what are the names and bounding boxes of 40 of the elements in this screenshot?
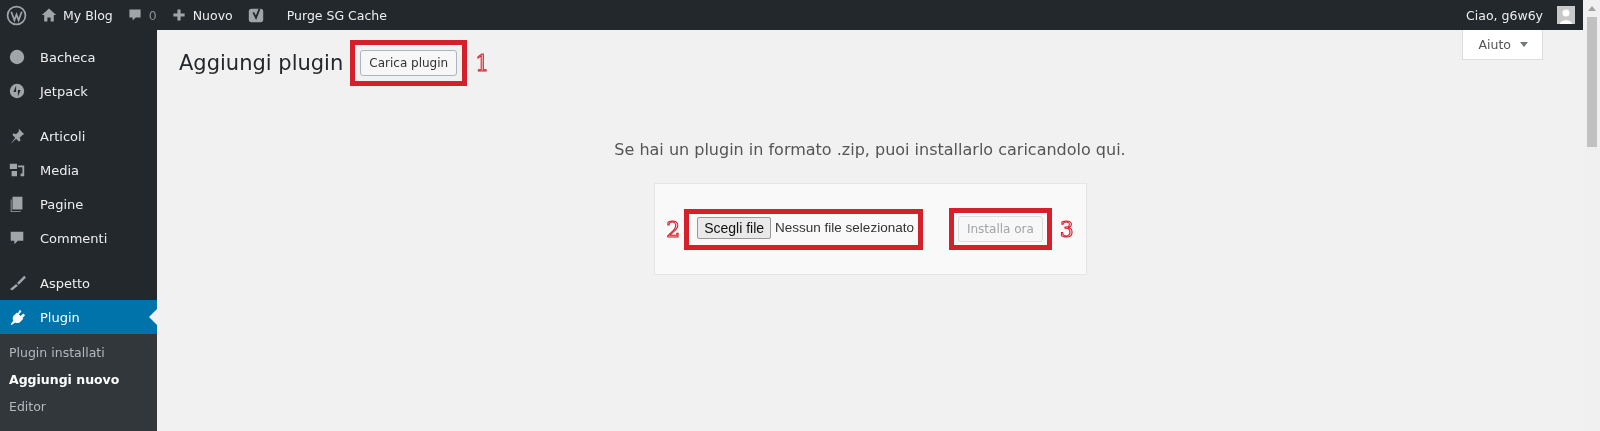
media-icon	[8, 161, 26, 179]
bolt-icon	[8, 82, 26, 100]
choose-file-button[interactable]: Scegli file	[697, 216, 772, 239]
caret-icon	[1520, 42, 1528, 47]
new-link[interactable]: Nuovo	[170, 7, 233, 23]
scroll-up-icon[interactable]	[1587, 6, 1596, 11]
upload-plugin-button[interactable]: Carica plugin	[360, 50, 458, 76]
sidebar-item[interactable]: Plugin	[0, 300, 157, 334]
sidebar-item[interactable]: Bacheca	[0, 40, 157, 74]
brush-icon	[8, 274, 26, 292]
account-greeting[interactable]: Ciao, g6w6y	[1466, 7, 1543, 23]
avatar-icon[interactable]	[1557, 6, 1575, 24]
annotation-number: 2	[666, 216, 681, 242]
submenu-item[interactable]: Plugin installati	[0, 340, 157, 367]
comment-icon	[8, 229, 26, 247]
submenu-item[interactable]: Editor	[0, 394, 157, 421]
annotation-number: 3	[1059, 216, 1074, 242]
site-link[interactable]: My Blog	[41, 7, 113, 23]
sidebar-item[interactable]: Jetpack	[0, 74, 157, 108]
plug-icon	[8, 308, 26, 326]
sidebar-item[interactable]: Commenti	[0, 221, 157, 255]
sidebar-item[interactable]: Media	[0, 153, 157, 187]
upload-instructions: Se hai un plugin in formato .zip, puoi installarlo caricandolo qui.	[614, 140, 1126, 159]
page-title: Aggiungi plugin	[179, 51, 344, 75]
sidebar-item[interactable]: Articoli	[0, 119, 157, 153]
scrollbar-thumb[interactable]	[1586, 17, 1597, 147]
no-file-label: Nessun file selezionato	[775, 220, 914, 235]
purge-cache-link[interactable]: Purge SG Cache	[286, 7, 387, 23]
seo-plugin-icon[interactable]	[246, 6, 265, 24]
sidebar-item[interactable]: Aspetto	[0, 266, 157, 300]
home-icon	[41, 7, 57, 23]
plus-icon	[170, 7, 187, 23]
wordpress-logo-icon[interactable]	[6, 4, 27, 26]
comment-icon	[126, 7, 143, 23]
gauge-icon	[8, 48, 26, 66]
help-tab[interactable]: Aiuto	[1461, 30, 1543, 60]
comments-link[interactable]: 0	[126, 7, 157, 23]
submenu-item[interactable]: Aggiungi nuovo	[0, 367, 157, 394]
annotation-number: 1	[475, 50, 490, 76]
sidebar-item[interactable]: Pagine	[0, 187, 157, 221]
